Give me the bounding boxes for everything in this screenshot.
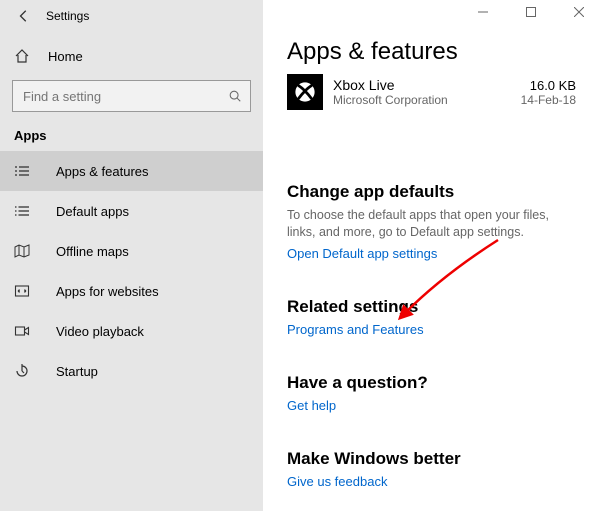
nav-item-apps-features[interactable]: Apps & features bbox=[0, 151, 263, 191]
window-title: Settings bbox=[46, 9, 89, 23]
nav-home-label: Home bbox=[48, 49, 83, 64]
link-get-help[interactable]: Get help bbox=[287, 398, 336, 413]
nav-label: Apps for websites bbox=[56, 284, 159, 299]
app-publisher: Microsoft Corporation bbox=[333, 93, 521, 107]
startup-icon bbox=[14, 363, 30, 379]
maximize-button[interactable] bbox=[516, 2, 546, 22]
nav-item-startup[interactable]: Startup bbox=[0, 351, 263, 391]
minimize-icon bbox=[478, 7, 488, 17]
sidebar-section-title: Apps bbox=[0, 122, 263, 147]
defaults-desc: To choose the default apps that open you… bbox=[287, 207, 576, 241]
link-default-app-settings[interactable]: Open Default app settings bbox=[287, 246, 437, 261]
xbox-icon bbox=[294, 81, 316, 103]
nav-label: Offline maps bbox=[56, 244, 129, 259]
video-playback-icon bbox=[14, 323, 30, 339]
nav-item-video-playback[interactable]: Video playback bbox=[0, 311, 263, 351]
search-box[interactable] bbox=[12, 80, 251, 112]
link-programs-and-features[interactable]: Programs and Features bbox=[287, 322, 424, 337]
home-icon bbox=[14, 48, 30, 64]
nav-item-offline-maps[interactable]: Offline maps bbox=[0, 231, 263, 271]
window-controls bbox=[468, 2, 594, 22]
sidebar: Settings Home Apps Apps & features bbox=[0, 0, 263, 511]
search-icon bbox=[220, 89, 250, 103]
related-heading: Related settings bbox=[287, 297, 576, 317]
app-date: 14-Feb-18 bbox=[521, 93, 576, 107]
titlebar: Settings bbox=[0, 0, 263, 32]
page-title: Apps & features bbox=[287, 38, 576, 66]
nav-item-apps-websites[interactable]: Apps for websites bbox=[0, 271, 263, 311]
apps-websites-icon bbox=[14, 283, 30, 299]
nav-item-default-apps[interactable]: Default apps bbox=[0, 191, 263, 231]
nav-label: Apps & features bbox=[56, 164, 149, 179]
app-list-item[interactable]: Xbox Live Microsoft Corporation 16.0 KB … bbox=[287, 74, 576, 110]
app-name: Xbox Live bbox=[333, 77, 521, 93]
nav-home[interactable]: Home bbox=[0, 38, 263, 74]
minimize-button[interactable] bbox=[468, 2, 498, 22]
close-button[interactable] bbox=[564, 2, 594, 22]
nav-list: Apps & features Default apps Offline map… bbox=[0, 151, 263, 391]
question-heading: Have a question? bbox=[287, 373, 576, 393]
nav-label: Video playback bbox=[56, 324, 144, 339]
search-input[interactable] bbox=[13, 89, 220, 104]
nav-label: Startup bbox=[56, 364, 98, 379]
apps-features-icon bbox=[14, 163, 30, 179]
feedback-heading: Make Windows better bbox=[287, 449, 576, 469]
back-button[interactable] bbox=[10, 2, 38, 30]
app-size: 16.0 KB bbox=[521, 78, 576, 93]
close-icon bbox=[574, 7, 584, 17]
content-area: Apps & features Xbox Live Microsoft Corp… bbox=[263, 0, 600, 511]
offline-maps-icon bbox=[14, 243, 30, 259]
maximize-icon bbox=[526, 7, 536, 17]
defaults-heading: Change app defaults bbox=[287, 182, 576, 202]
app-icon-xbox bbox=[287, 74, 323, 110]
link-feedback[interactable]: Give us feedback bbox=[287, 474, 387, 489]
back-arrow-icon bbox=[17, 9, 31, 23]
nav-label: Default apps bbox=[56, 204, 129, 219]
default-apps-icon bbox=[14, 203, 30, 219]
